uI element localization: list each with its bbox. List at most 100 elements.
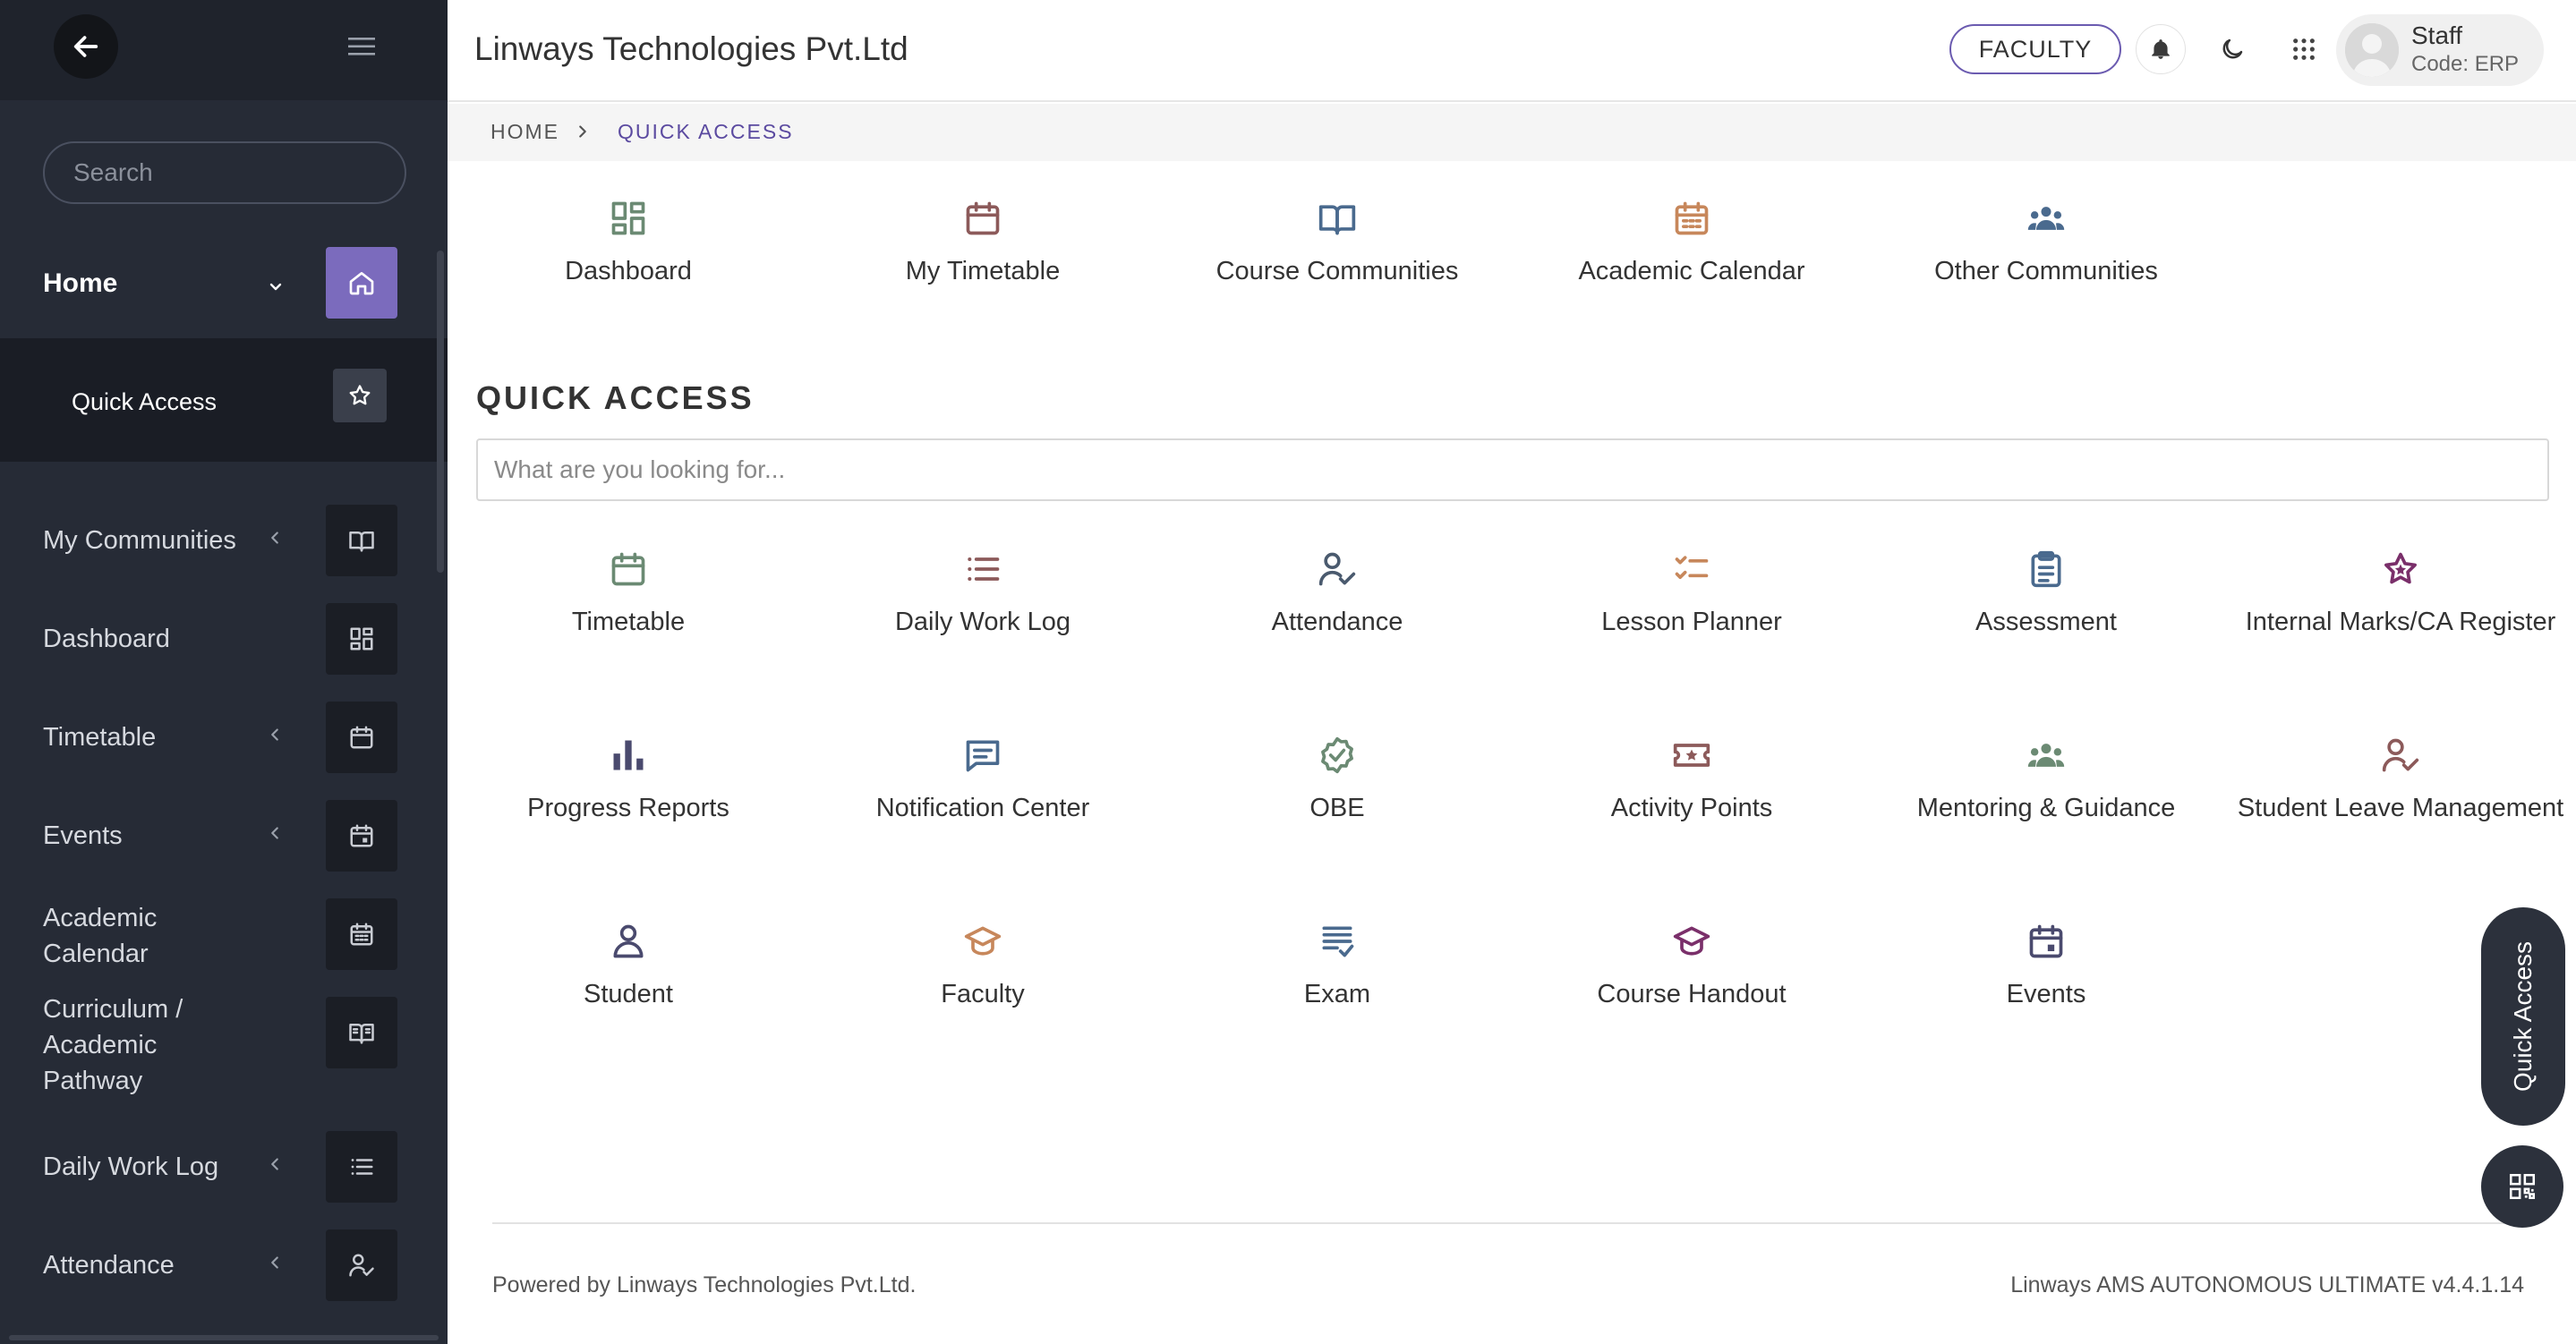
top-bar: Linways Technologies Pvt.Ltd FACULTY Sta… (448, 0, 2576, 102)
tile-events[interactable]: Events (1876, 922, 2216, 1056)
quick-access-search-input[interactable] (476, 438, 2549, 501)
tile-label: Course Communities (1215, 257, 1459, 285)
tile-obe[interactable]: OBE (1167, 736, 1507, 870)
tile-label: Assessment (1975, 608, 2117, 636)
sidebar-item-timetable[interactable]: Timetable (0, 693, 448, 782)
tile-course-handout[interactable]: Course Handout (1522, 922, 1862, 1056)
doc-check-icon (1318, 922, 1357, 961)
tile-course-communities[interactable]: Course Communities (1167, 199, 1507, 333)
user-check-icon (2381, 736, 2420, 775)
sidebar-item-home[interactable]: Home (0, 243, 448, 336)
tile-label: Daily Work Log (894, 608, 1071, 636)
org-name: Linways Technologies Pvt.Ltd (474, 30, 908, 67)
apps-grid-icon (2293, 38, 2315, 60)
quick-access-floating-button[interactable]: Quick Access (2481, 907, 2565, 1126)
sidebar-item-attendance[interactable]: Attendance (0, 1221, 448, 1310)
tile-assessment[interactable]: Assessment (1876, 549, 2216, 684)
tile-lesson-planner[interactable]: Lesson Planner (1522, 549, 1862, 684)
calendar-grid-icon (326, 898, 397, 970)
footer-powered-by: Powered by Linways Technologies Pvt.Ltd. (492, 1272, 917, 1297)
user-check-icon (1318, 549, 1357, 589)
tile-activity-points[interactable]: Activity Points (1522, 736, 1862, 870)
sidebar-item-academic-calendar[interactable]: Academic Calendar (0, 889, 448, 979)
tile-notification-center[interactable]: Notification Center (813, 736, 1153, 870)
tile-label: Events (2006, 980, 2086, 1008)
avatar (2345, 23, 2399, 77)
tile-progress-reports[interactable]: Progress Reports (458, 736, 798, 870)
chevron-left-icon (265, 1154, 285, 1178)
tile-mentoring-guidance[interactable]: Mentoring & Guidance (1876, 736, 2216, 870)
notifications-button[interactable] (2136, 24, 2186, 74)
chevron-down-icon (269, 283, 282, 291)
calendar-icon (326, 702, 397, 773)
group-icon (2026, 199, 2066, 238)
dark-mode-toggle[interactable] (2207, 24, 2257, 74)
footer-divider (492, 1222, 2524, 1224)
sidebar-item-label: Academic Calendar (43, 904, 158, 968)
moon-icon (2222, 38, 2243, 59)
sidebar-item-curriculum-academic-pathway[interactable]: Curriculum / Academic Pathway (0, 988, 448, 1095)
message-icon (963, 736, 1002, 775)
tile-faculty[interactable]: Faculty (813, 922, 1153, 1056)
sidebar-item-dashboard[interactable]: Dashboard (0, 594, 448, 684)
tile-academic-calendar[interactable]: Academic Calendar (1522, 199, 1862, 333)
calendar-grid-icon (1672, 199, 1711, 238)
chevron-right-icon (579, 125, 586, 138)
sidebar-horizontal-scrollbar[interactable] (9, 1335, 439, 1340)
tile-internal-marks-ca-register[interactable]: Internal Marks/CA Register (2231, 549, 2571, 684)
tile-label: Lesson Planner (1601, 608, 1782, 636)
sidebar-item-label: Home (43, 268, 118, 298)
back-button[interactable] (54, 14, 118, 79)
sidebar-item-events[interactable]: Events (0, 791, 448, 880)
sidebar-item-label: Curriculum / Academic Pathway (43, 995, 183, 1095)
tile-label: Student Leave Management (2237, 794, 2564, 822)
tile-label: OBE (1309, 794, 1365, 822)
tile-label: Dashboard (565, 257, 692, 285)
breadcrumb-home[interactable]: HOME (490, 120, 559, 144)
graduation-cap-icon (963, 922, 1002, 961)
tile-label: Academic Calendar (1578, 257, 1805, 285)
tile-label: Other Communities (1934, 257, 2158, 285)
user-avatar-icon (2345, 23, 2399, 77)
sidebar-item-my-communities[interactable]: My Communities (0, 496, 448, 585)
tile-timetable[interactable]: Timetable (458, 549, 798, 684)
qr-code-button[interactable] (2481, 1145, 2563, 1228)
calendar-event-icon (326, 800, 397, 872)
bell-icon (2152, 39, 2170, 59)
sidebar-item-daily-work-log[interactable]: Daily Work Log (0, 1122, 448, 1212)
tile-label: Notification Center (875, 794, 1090, 822)
chevron-left-icon (265, 725, 285, 749)
sidebar-item-quick-access[interactable]: Quick Access (0, 338, 448, 462)
apps-button[interactable] (2279, 24, 2329, 74)
sidebar-scrollbar[interactable] (437, 251, 444, 573)
sidebar-search-input[interactable] (73, 158, 397, 187)
sidebar-item-label: My Communities (43, 526, 236, 555)
sidebar-item-label: Events (43, 821, 123, 850)
home-icon (349, 272, 374, 295)
chevron-left-icon (265, 823, 285, 847)
sidebar-item-label: Daily Work Log (43, 1153, 219, 1181)
tile-student[interactable]: Student (458, 922, 798, 1056)
sidebar-item-label: Timetable (43, 723, 157, 752)
tile-student-leave-management[interactable]: Student Leave Management (2231, 736, 2571, 870)
sidebar-search[interactable] (43, 141, 406, 204)
tile-exam[interactable]: Exam (1167, 922, 1507, 1056)
chevron-left-icon (265, 528, 285, 552)
user-menu[interactable]: Staff Code: ERP (2336, 14, 2544, 86)
tile-other-communities[interactable]: Other Communities (1876, 199, 2216, 333)
tile-label: Mentoring & Guidance (1916, 794, 2176, 822)
sidebar: Home Quick Access My Communities Dashboar… (0, 0, 448, 1344)
tile-dashboard[interactable]: Dashboard (458, 199, 798, 333)
tile-daily-work-log[interactable]: Daily Work Log (813, 549, 1153, 684)
menu-toggle-button[interactable] (340, 27, 383, 66)
home-icon-box (326, 247, 397, 319)
tile-attendance[interactable]: Attendance (1167, 549, 1507, 684)
tile-my-timetable[interactable]: My Timetable (813, 199, 1153, 333)
list-icon (326, 1131, 397, 1203)
role-button[interactable]: FACULTY (1949, 24, 2121, 74)
quick-access-title: QUICK ACCESS (476, 379, 755, 416)
calendar-icon (963, 199, 1002, 238)
sidebar-item-label: Dashboard (43, 625, 170, 653)
breadcrumb: HOME QUICK ACCESS (448, 104, 2576, 161)
book-open-icon (326, 505, 397, 576)
